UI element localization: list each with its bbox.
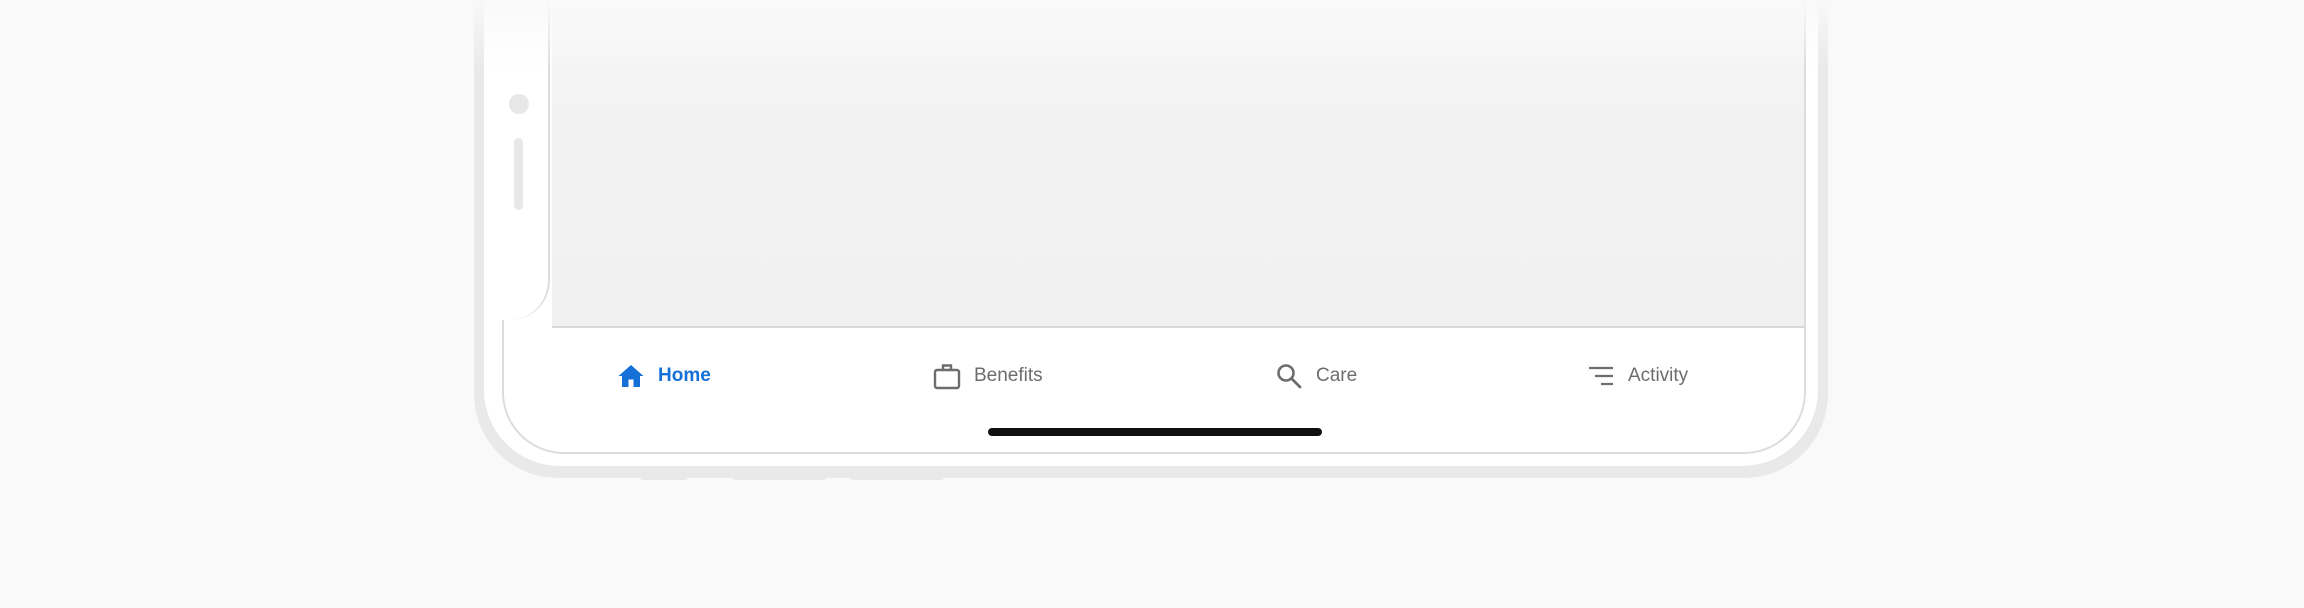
bottom-tab-bar: Home Benefits Care Activity	[504, 328, 1804, 452]
search-icon	[1274, 361, 1304, 391]
home-indicator[interactable]	[988, 428, 1322, 436]
hardware-button	[640, 476, 688, 480]
tab-care-label: Care	[1316, 365, 1358, 386]
tab-home[interactable]: Home	[616, 358, 711, 394]
main-content-area	[552, 0, 1804, 328]
camera-dot	[509, 94, 529, 114]
tab-care[interactable]: Care	[1274, 358, 1357, 394]
tab-benefits-label: Benefits	[974, 365, 1043, 386]
stage: Home Benefits Care Activity	[0, 0, 2304, 608]
tab-benefits[interactable]: Benefits	[932, 358, 1043, 394]
home-icon	[616, 361, 646, 391]
hardware-button	[850, 476, 944, 480]
hardware-button	[732, 476, 826, 480]
tab-home-label: Home	[658, 365, 711, 386]
tab-activity-label: Activity	[1628, 365, 1689, 386]
activity-list-icon	[1586, 361, 1616, 391]
briefcase-icon	[932, 361, 962, 391]
side-slot	[514, 138, 523, 210]
phone-side-rail	[502, 0, 550, 320]
phone-screen: Home Benefits Care Activity	[502, 0, 1806, 454]
tab-activity[interactable]: Activity	[1586, 358, 1688, 394]
